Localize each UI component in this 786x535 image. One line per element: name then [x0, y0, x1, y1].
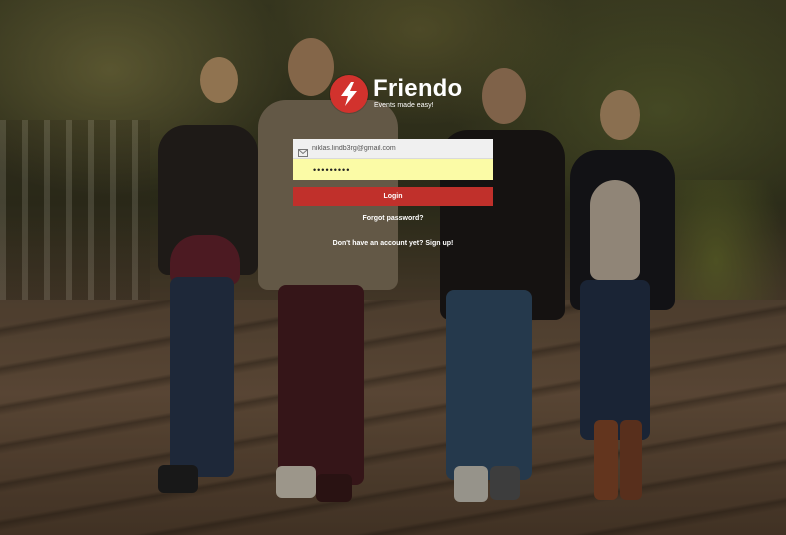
envelope-icon: [298, 144, 308, 157]
signup-link[interactable]: Sign up!: [425, 240, 453, 247]
login-button[interactable]: Login: [293, 187, 493, 206]
signup-prompt-text: Don't have an account yet?: [332, 240, 424, 247]
password-field-wrapper: [293, 159, 493, 180]
password-input[interactable]: [313, 159, 489, 180]
email-input[interactable]: [312, 139, 488, 158]
logo-badge: [330, 75, 368, 113]
app-name: Friendo: [373, 75, 463, 102]
forgot-password-link[interactable]: Forgot password?: [293, 215, 493, 222]
login-form: Login: [293, 139, 493, 206]
email-field-wrapper: [293, 139, 493, 159]
app-tagline: Events made easy!: [374, 102, 434, 109]
app-logo: Friendo Events made easy!: [330, 74, 470, 114]
signup-prompt: Don't have an account yet? Sign up!: [293, 240, 493, 247]
